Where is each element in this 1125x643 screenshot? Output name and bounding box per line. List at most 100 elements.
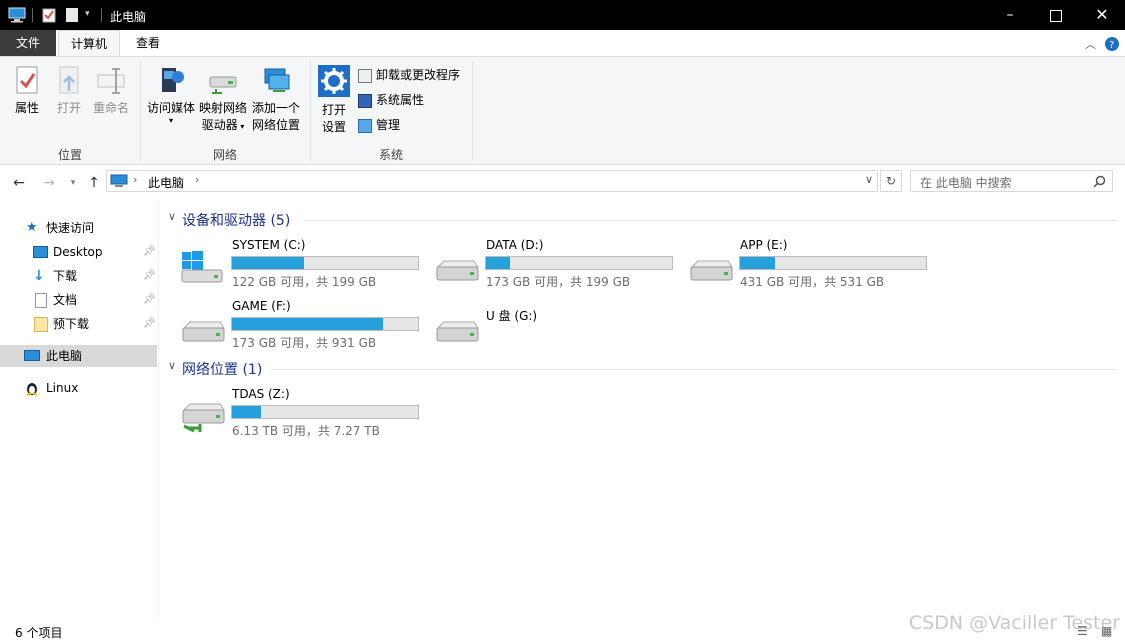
hard-drive-icon (690, 260, 733, 281)
address-row: ← → ▾ ↑ › 此电脑 › ∨ ↻ 在 此电脑 中搜索 (0, 167, 1125, 199)
drive-g-tile[interactable]: U 盘 (G:) (434, 298, 679, 354)
new-folder-quick-icon[interactable] (66, 7, 78, 23)
uninstall-icon (358, 68, 372, 83)
svg-text:?: ? (1109, 40, 1114, 51)
breadcrumb-this-pc[interactable]: 此电脑 (148, 174, 184, 191)
drive-c-tile[interactable]: SYSTEM (C:) 122 GB 可用，共 199 GB (180, 237, 425, 293)
divider (101, 8, 102, 22)
tab-view[interactable]: 查看 (124, 30, 172, 56)
rename-label: 重命名 (92, 101, 129, 115)
nav-label: Linux (46, 381, 79, 395)
section-divider (270, 369, 1117, 370)
computer-icon (24, 350, 40, 361)
add-network-location-button[interactable]: 添加一个 网络位置 (250, 65, 302, 134)
drive-usage-fill (232, 318, 384, 330)
hard-drive-icon (182, 321, 225, 342)
nav-item-documents[interactable]: 文档 📌︎ (0, 289, 157, 311)
nav-item-this-pc[interactable]: 此电脑 (0, 345, 157, 367)
pin-icon[interactable]: 📌︎ (143, 289, 156, 311)
download-arrow-icon: ↓ (33, 268, 45, 284)
group-label-system: 系统 (378, 148, 403, 162)
manage-label: 管理 (376, 118, 401, 132)
manage-icon (358, 118, 372, 133)
open-settings-label-1: 打开 (321, 103, 346, 117)
customize-quick-access-icon[interactable]: ▾ (85, 9, 90, 19)
add-network-location-label-1: 添加一个 (251, 101, 300, 115)
maximize-button[interactable] (1033, 0, 1079, 30)
nav-item-downloads[interactable]: ↓ 下载 📌︎ (0, 265, 157, 287)
open-settings-button[interactable]: 打开 设置 (316, 65, 352, 136)
open-label: 打开 (56, 101, 81, 115)
access-media-button[interactable]: 访问媒体 ▾ (145, 65, 197, 125)
drive-name: U 盘 (G:) (486, 309, 538, 323)
drive-usage-bar (739, 256, 927, 270)
open-button[interactable]: 打开 (52, 65, 86, 117)
drive-usage-bar (231, 256, 419, 270)
section-title-devices[interactable]: 设备和驱动器 (5) (182, 210, 290, 230)
maximize-icon (1050, 10, 1062, 22)
back-button[interactable]: ← (10, 175, 28, 191)
drive-name: DATA (D:) (486, 238, 544, 252)
drive-usage-fill (232, 257, 304, 269)
open-settings-label-2: 设置 (321, 120, 346, 134)
address-bar[interactable]: › 此电脑 › ∨ (106, 170, 878, 192)
close-button[interactable]: ✕ (1079, 0, 1125, 30)
nav-item-quick-access[interactable]: ★ 快速访问 (0, 217, 157, 239)
drive-free-space: 173 GB 可用，共 199 GB (486, 275, 631, 289)
breadcrumb-separator-icon[interactable]: › (133, 173, 137, 186)
map-network-drive-button[interactable]: 映射网络 驱动器 ▾ (197, 65, 249, 135)
minimize-button[interactable]: – (987, 0, 1033, 30)
collapse-section-icon[interactable]: ∨ (168, 359, 176, 372)
properties-quick-icon[interactable] (42, 7, 56, 23)
recent-locations-dropdown[interactable]: ▾ (64, 175, 82, 191)
nav-label: 此电脑 (46, 349, 83, 363)
drive-d-tile[interactable]: DATA (D:) 173 GB 可用，共 199 GB (434, 237, 679, 293)
drive-name: APP (E:) (740, 238, 788, 252)
uninstall-programs-button[interactable]: 卸载或更改程序 (358, 65, 460, 85)
search-placeholder: 在 此电脑 中搜索 (920, 176, 1012, 190)
desktop-icon (33, 246, 48, 258)
system-properties-button[interactable]: 系统属性 (358, 90, 424, 110)
drive-free-space: 6.13 TB 可用，共 7.27 TB (232, 424, 380, 438)
collapse-ribbon-icon[interactable]: ︿ (1085, 36, 1096, 52)
drive-f-tile[interactable]: GAME (F:) 173 GB 可用，共 931 GB (180, 298, 425, 354)
item-count: 6 个项目 (15, 626, 63, 640)
pin-icon[interactable]: 📌︎ (143, 265, 156, 287)
group-label-network: 网络 (212, 148, 237, 162)
nav-item-desktop[interactable]: Desktop 📌︎ (0, 241, 157, 263)
breadcrumb-chevron-icon[interactable]: › (195, 173, 199, 186)
computer-icon[interactable] (8, 7, 26, 23)
hard-drive-icon (436, 260, 479, 281)
tab-computer[interactable]: 计算机 (58, 30, 120, 56)
network-drive-icon (182, 403, 225, 433)
nav-item-pre-download[interactable]: 预下载 📌︎ (0, 313, 157, 335)
drive-name: TDAS (Z:) (232, 387, 290, 401)
access-media-label: 访问媒体 (146, 101, 195, 115)
address-dropdown-icon[interactable]: ∨ (865, 173, 873, 186)
search-input[interactable]: 在 此电脑 中搜索 (910, 170, 1113, 192)
properties-button[interactable]: 属性 (8, 65, 46, 117)
help-icon[interactable]: ? (1105, 37, 1119, 51)
section-title-network-locations[interactable]: 网络位置 (1) (182, 359, 262, 379)
manage-button[interactable]: 管理 (358, 115, 400, 135)
map-network-drive-label-1: 映射网络 (198, 101, 247, 115)
nav-item-linux[interactable]: Linux (0, 377, 157, 399)
pin-icon[interactable]: 📌︎ (143, 241, 156, 263)
pin-icon[interactable]: 📌︎ (143, 313, 156, 335)
up-button[interactable]: ↑ (85, 175, 103, 191)
network-drive-z-tile[interactable]: TDAS (Z:) 6.13 TB 可用，共 7.27 TB (180, 386, 425, 442)
media-icon (162, 68, 184, 92)
windows-drive-icon (181, 251, 223, 283)
refresh-button[interactable]: ↻ (880, 170, 902, 192)
nav-label: 下载 (53, 269, 78, 283)
collapse-section-icon[interactable]: ∨ (168, 210, 176, 223)
group-label-location: 位置 (57, 148, 82, 162)
drive-e-tile[interactable]: APP (E:) 431 GB 可用，共 531 GB (688, 237, 933, 293)
star-icon: ★ (26, 220, 38, 235)
window-title: 此电脑 (110, 10, 147, 24)
rename-button[interactable]: 重命名 (91, 65, 131, 117)
nav-label: Desktop (53, 245, 103, 259)
tab-file[interactable]: 文件 (0, 30, 56, 56)
drive-usage-bar (485, 256, 673, 270)
forward-button[interactable]: → (40, 175, 58, 191)
